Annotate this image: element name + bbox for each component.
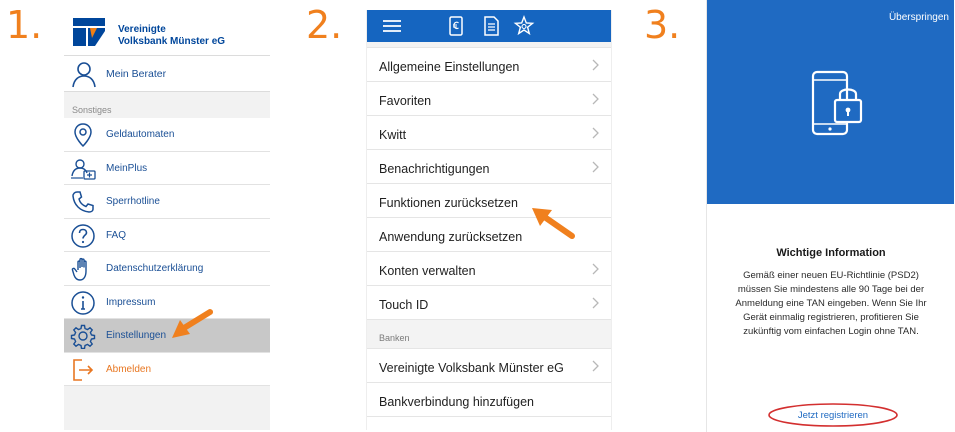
hero-banner: Überspringen: [707, 0, 954, 204]
app-toolbar: [367, 10, 611, 42]
phone-lock-icon: [811, 70, 863, 136]
chevron-right-icon: [592, 59, 599, 71]
side-menu-panel: Vereinigte Volksbank Münster eG Mein Ber…: [64, 10, 270, 430]
section-label-sonstiges: Sonstiges: [72, 105, 112, 115]
menu-item-label: MeinPlus: [106, 162, 148, 174]
info-line: Anmeldung eine TAN eingeben. Wenn Sie Ih…: [735, 298, 927, 309]
menu-item-label: Abmelden: [106, 363, 152, 375]
settings-row-label: Benachrichtigungen: [379, 162, 490, 176]
logout-icon: [73, 358, 94, 381]
chevron-right-icon: [592, 297, 599, 309]
map-pin-icon: [74, 123, 92, 148]
register-now-link[interactable]: Jetzt registrieren: [773, 410, 893, 421]
info-line: Gerät einmalig registrieren, profitieren…: [743, 312, 919, 323]
star-settings-icon[interactable]: [513, 15, 535, 37]
settings-row-label: Funktionen zurücksetzen: [379, 196, 518, 210]
gear-icon: [70, 324, 96, 349]
chevron-right-icon: [592, 127, 599, 139]
menu-item-label: Mein Berater: [106, 68, 167, 80]
menu-item-geldautomaten[interactable]: Geldautomaten: [64, 118, 270, 152]
settings-row-konten-verwalten[interactable]: Konten verwalten: [367, 252, 611, 286]
info-title: Wichtige Information: [776, 247, 886, 259]
hamburger-menu-icon[interactable]: [381, 15, 403, 37]
settings-row-label: Allgemeine Einstellungen: [379, 60, 520, 74]
menu-item-label: Datenschutzerklärung: [106, 263, 204, 274]
orange-arrow-icon: [532, 208, 575, 239]
info-line: zukünftig vom einfachen Login ohne TAN.: [743, 326, 919, 337]
settings-row-label: Vereinigte Volksbank Münster eG: [379, 361, 564, 375]
meinplus-icon: [71, 158, 96, 180]
settings-row-label: Anwendung zurücksetzen: [379, 230, 523, 244]
settings-row-label: Konten verwalten: [379, 264, 476, 278]
settings-row-label: Touch ID: [379, 298, 429, 312]
settings-row-touch-id[interactable]: Touch ID: [367, 286, 611, 320]
menu-item-sperrhotline[interactable]: Sperrhotline: [64, 185, 270, 219]
euro-card-icon[interactable]: [445, 15, 467, 37]
menu-item-label: Sperrhotline: [106, 196, 160, 207]
settings-row-label: Kwitt: [379, 128, 407, 142]
bank-name: Vereinigte Volksbank Münster eG: [118, 24, 225, 48]
menu-item-abmelden[interactable]: Abmelden: [64, 352, 270, 386]
volksbank-logo-icon: [73, 18, 105, 46]
settings-row-benachrichtigungen[interactable]: Benachrichtigungen: [367, 150, 611, 184]
phone-icon: [72, 191, 94, 213]
settings-row-bankverbindung-hinzufuegen[interactable]: Bankverbindung hinzufügen: [367, 383, 611, 417]
menu-item-einstellungen[interactable]: Einstellungen: [64, 319, 270, 353]
chevron-right-icon: [592, 263, 599, 275]
menu-item-datenschutzerklaerung[interactable]: Datenschutzerklärung: [64, 252, 270, 286]
settings-row-label: Favoriten: [379, 94, 432, 108]
hand-stop-icon: [71, 257, 87, 281]
group-header-label: Banken: [379, 333, 410, 343]
menu-item-meinplus[interactable]: MeinPlus: [64, 151, 270, 185]
settings-row-bank-vereinigte-volksbank[interactable]: Vereinigte Volksbank Münster eG: [367, 349, 611, 383]
menu-item-label: Einstellungen: [106, 330, 167, 341]
chevron-right-icon: [592, 360, 599, 372]
menu-item-mein-berater[interactable]: Mein Berater: [64, 56, 270, 92]
settings-row-label: Bankverbindung hinzufügen: [379, 395, 534, 409]
menu-item-impressum[interactable]: Impressum: [64, 285, 270, 319]
person-icon: [72, 62, 96, 88]
info-line: Gemäß einer neuen EU-Richtlinie (PSD2): [743, 270, 919, 281]
group-header-banken: Banken: [367, 320, 611, 349]
chevron-right-icon: [592, 93, 599, 105]
bank-header: Vereinigte Volksbank Münster eG: [64, 10, 270, 56]
info-line: müssen Sie mindestens alle 90 Tage bei d…: [737, 284, 925, 295]
document-icon[interactable]: [480, 15, 502, 37]
question-icon: [71, 223, 95, 248]
step-number-3: 3.: [644, 3, 681, 47]
menu-item-faq[interactable]: FAQ: [64, 218, 270, 252]
orange-arrow-icon: [172, 309, 213, 338]
settings-row-favoriten[interactable]: Favoriten: [367, 82, 611, 116]
step-number-2: 2.: [306, 3, 343, 47]
bank-name-line2: Volksbank Münster eG: [118, 36, 226, 47]
settings-row-kwitt[interactable]: Kwitt: [367, 116, 611, 150]
skip-link[interactable]: Überspringen: [889, 12, 949, 23]
chevron-right-icon: [592, 161, 599, 173]
bank-name-line1: Vereinigte: [118, 24, 166, 35]
menu-item-label: Geldautomaten: [106, 129, 175, 140]
menu-item-label: Impressum: [106, 296, 156, 308]
menu-item-label: FAQ: [106, 229, 127, 241]
settings-row-allgemeine-einstellungen[interactable]: Allgemeine Einstellungen: [367, 48, 611, 82]
info-icon: [71, 290, 95, 315]
info-body: Gemäß einer neuen EU-Richtlinie (PSD2) m…: [713, 269, 949, 339]
registration-info-panel: Überspringen Wichtige Information Gemäß …: [706, 0, 954, 432]
step-number-1: 1.: [6, 3, 43, 47]
